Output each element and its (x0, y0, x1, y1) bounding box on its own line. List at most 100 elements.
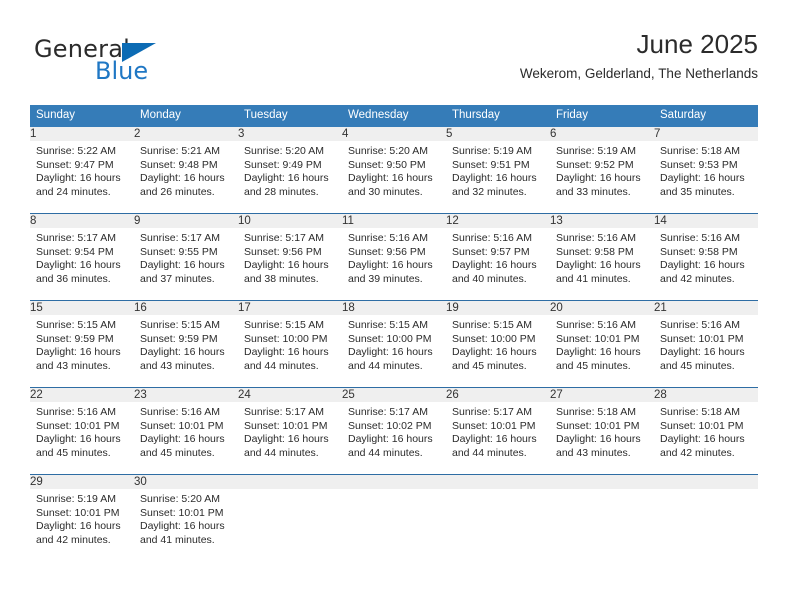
day-cell-content: Sunrise: 5:16 AM Sunset: 10:01 PM Daylight… (134, 402, 238, 474)
day-daylight-text: Daylight: 16 hours and 36 minutes. (36, 259, 121, 285)
day-cell-content: Sunrise: 5:15 AM Sunset: 10:00 PM Daylight… (342, 315, 446, 387)
day-cell-content: Sunrise: 5:16 AM Sunset: 9:58 PM Daylight:… (550, 228, 654, 300)
day-cell-empty (342, 489, 446, 561)
day-number[interactable]: 18 (342, 300, 446, 315)
day-daylight-text: Daylight: 16 hours and 41 minutes. (556, 259, 641, 285)
day-sunset-text: Sunset: 10:02 PM (348, 419, 432, 432)
day-cell[interactable]: Sunrise: 5:21 AM Sunset: 9:48 PM Daylight:… (134, 141, 238, 214)
day-number[interactable]: 25 (342, 387, 446, 402)
day-number[interactable]: 8 (30, 213, 134, 228)
day-number[interactable]: 15 (30, 300, 134, 315)
day-cell[interactable]: Sunrise: 5:19 AM Sunset: 9:51 PM Daylight:… (446, 141, 550, 214)
day-cell[interactable]: Sunrise: 5:16 AM Sunset: 10:01 PM Daylight… (550, 315, 654, 388)
day-sunrise-text: Sunrise: 5:15 AM (140, 319, 220, 331)
day-cell[interactable]: Sunrise: 5:17 AM Sunset: 10:01 PM Daylight… (238, 402, 342, 475)
day-cell[interactable]: Sunrise: 5:16 AM Sunset: 10:01 PM Daylight… (654, 315, 758, 388)
day-cell-content: Sunrise: 5:17 AM Sunset: 9:55 PM Daylight:… (134, 228, 238, 300)
day-sunrise-text: Sunrise: 5:22 AM (36, 145, 116, 157)
day-cell-content: Sunrise: 5:17 AM Sunset: 9:54 PM Daylight:… (30, 228, 134, 300)
day-sunrise-text: Sunrise: 5:17 AM (244, 232, 324, 244)
day-cell[interactable]: Sunrise: 5:19 AM Sunset: 9:52 PM Daylight:… (550, 141, 654, 214)
day-daylight-text: Daylight: 16 hours and 37 minutes. (140, 259, 225, 285)
day-cell-empty (446, 489, 550, 561)
day-number[interactable]: 6 (550, 127, 654, 141)
day-cell[interactable]: Sunrise: 5:18 AM Sunset: 10:01 PM Daylight… (654, 402, 758, 475)
day-number[interactable]: 5 (446, 127, 550, 141)
day-cell[interactable]: Sunrise: 5:16 AM Sunset: 9:57 PM Daylight:… (446, 228, 550, 301)
day-daylight-text: Daylight: 16 hours and 45 minutes. (660, 346, 745, 372)
day-number[interactable]: 17 (238, 300, 342, 315)
day-number[interactable]: 3 (238, 127, 342, 141)
day-cell[interactable]: Sunrise: 5:17 AM Sunset: 9:56 PM Daylight:… (238, 228, 342, 301)
day-number[interactable]: 4 (342, 127, 446, 141)
day-cell[interactable]: Sunrise: 5:16 AM Sunset: 10:01 PM Daylight… (134, 402, 238, 475)
day-cell[interactable]: Sunrise: 5:16 AM Sunset: 9:56 PM Daylight:… (342, 228, 446, 301)
day-cell[interactable]: Sunrise: 5:15 AM Sunset: 10:00 PM Daylight… (446, 315, 550, 388)
day-cell-content: Sunrise: 5:18 AM Sunset: 10:01 PM Daylight… (550, 402, 654, 474)
day-cell[interactable]: Sunrise: 5:17 AM Sunset: 9:54 PM Daylight:… (30, 228, 134, 301)
day-number[interactable]: 2 (134, 127, 238, 141)
day-number[interactable]: 16 (134, 300, 238, 315)
day-cell[interactable]: Sunrise: 5:17 AM Sunset: 9:55 PM Daylight:… (134, 228, 238, 301)
day-number[interactable]: 12 (446, 213, 550, 228)
day-number[interactable]: 11 (342, 213, 446, 228)
day-number[interactable]: 13 (550, 213, 654, 228)
day-cell[interactable]: Sunrise: 5:16 AM Sunset: 10:01 PM Daylight… (30, 402, 134, 475)
day-cell[interactable]: Sunrise: 5:22 AM Sunset: 9:47 PM Daylight:… (30, 141, 134, 214)
day-cell-empty (550, 489, 654, 561)
day-cell[interactable]: Sunrise: 5:15 AM Sunset: 9:59 PM Daylight:… (30, 315, 134, 388)
day-daylight-text: Daylight: 16 hours and 45 minutes. (452, 346, 537, 372)
weekday-header-wednesday: Wednesday (342, 105, 446, 127)
day-sunset-text: Sunset: 9:56 PM (244, 245, 322, 258)
day-cell[interactable]: Sunrise: 5:15 AM Sunset: 10:00 PM Daylight… (342, 315, 446, 388)
day-cell[interactable]: Sunrise: 5:19 AM Sunset: 10:01 PM Daylight… (30, 489, 134, 561)
day-number[interactable]: 27 (550, 387, 654, 402)
day-number[interactable]: 28 (654, 387, 758, 402)
day-number[interactable]: 10 (238, 213, 342, 228)
day-number[interactable]: 29 (30, 474, 134, 489)
day-cell[interactable]: Sunrise: 5:15 AM Sunset: 9:59 PM Daylight:… (134, 315, 238, 388)
day-number[interactable]: 23 (134, 387, 238, 402)
day-cell[interactable]: Sunrise: 5:20 AM Sunset: 9:50 PM Daylight:… (342, 141, 446, 214)
day-cell-content: Sunrise: 5:15 AM Sunset: 10:00 PM Daylight… (446, 315, 550, 387)
general-blue-logo[interactable]: General Blue (34, 36, 214, 92)
weekday-header: Sunday Monday Tuesday Wednesday Thursday Frid… (30, 105, 758, 127)
day-sunset-text: Sunset: 10:01 PM (452, 419, 536, 432)
day-number[interactable]: 21 (654, 300, 758, 315)
day-number[interactable]: 1 (30, 127, 134, 141)
day-cell[interactable]: Sunrise: 5:17 AM Sunset: 10:01 PM Daylight… (446, 402, 550, 475)
day-sunrise-text: Sunrise: 5:16 AM (660, 232, 740, 244)
day-cell[interactable]: Sunrise: 5:15 AM Sunset: 10:00 PM Daylight… (238, 315, 342, 388)
day-daylight-text: Daylight: 16 hours and 38 minutes. (244, 259, 329, 285)
week-daynumber-row: 8 9 10 11 12 13 14 (30, 213, 758, 228)
day-number[interactable]: 26 (446, 387, 550, 402)
day-cell[interactable]: Sunrise: 5:16 AM Sunset: 9:58 PM Daylight:… (654, 228, 758, 301)
day-cell-content: Sunrise: 5:21 AM Sunset: 9:48 PM Daylight:… (134, 141, 238, 213)
day-number[interactable]: 14 (654, 213, 758, 228)
day-cell[interactable]: Sunrise: 5:16 AM Sunset: 9:58 PM Daylight:… (550, 228, 654, 301)
day-number[interactable]: 24 (238, 387, 342, 402)
day-cell-content: Sunrise: 5:20 AM Sunset: 9:50 PM Daylight:… (342, 141, 446, 213)
day-cell[interactable]: Sunrise: 5:17 AM Sunset: 10:02 PM Daylight… (342, 402, 446, 475)
day-number[interactable]: 22 (30, 387, 134, 402)
day-number[interactable]: 19 (446, 300, 550, 315)
day-sunset-text: Sunset: 10:01 PM (36, 419, 120, 432)
day-sunrise-text: Sunrise: 5:19 AM (556, 145, 636, 157)
week-daynumber-row: 22 23 24 25 26 27 28 (30, 387, 758, 402)
day-sunset-text: Sunset: 9:58 PM (556, 245, 634, 258)
day-cell[interactable]: Sunrise: 5:18 AM Sunset: 10:01 PM Daylight… (550, 402, 654, 475)
day-cell-content: Sunrise: 5:16 AM Sunset: 10:01 PM Daylight… (550, 315, 654, 387)
day-cell[interactable]: Sunrise: 5:20 AM Sunset: 9:49 PM Daylight:… (238, 141, 342, 214)
day-cell[interactable]: Sunrise: 5:20 AM Sunset: 10:01 PM Daylight… (134, 489, 238, 561)
day-cell[interactable]: Sunrise: 5:18 AM Sunset: 9:53 PM Daylight:… (654, 141, 758, 214)
day-sunset-text: Sunset: 9:50 PM (348, 158, 426, 171)
day-number[interactable]: 30 (134, 474, 238, 489)
day-daylight-text: Daylight: 16 hours and 24 minutes. (36, 172, 121, 198)
day-number[interactable]: 20 (550, 300, 654, 315)
day-number-empty (238, 474, 342, 489)
day-sunrise-text: Sunrise: 5:15 AM (348, 319, 428, 331)
day-sunrise-text: Sunrise: 5:16 AM (452, 232, 532, 244)
day-number[interactable]: 7 (654, 127, 758, 141)
day-number[interactable]: 9 (134, 213, 238, 228)
day-cell-content: Sunrise: 5:18 AM Sunset: 9:53 PM Daylight:… (654, 141, 758, 213)
